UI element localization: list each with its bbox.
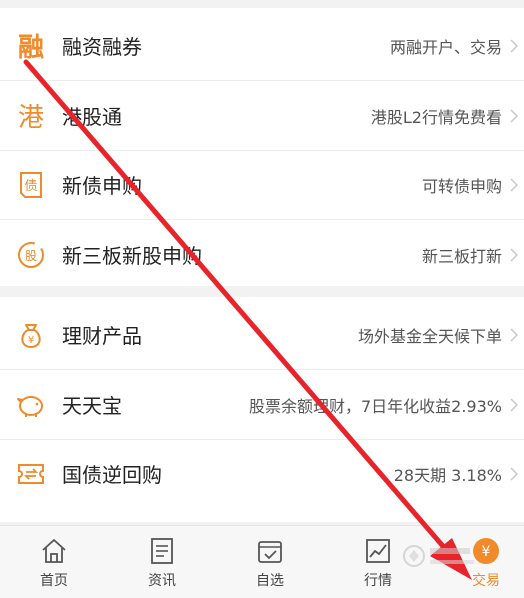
chevron-right-icon [510,247,518,262]
trade-yen-icon: ¥ [473,538,499,564]
tab-label: 交易 [472,573,500,589]
trade-services-group: 融 融资融券 两融开户、交易 港 港股通 港股L2行情免费看 债 新债申购 可转… [0,8,524,286]
menu-row-desc: 股票余额理财，7日年化收益2.93% [248,396,502,416]
wealth-services-group: ¥ 理财产品 场外基金全天候下单 天天宝 股票余额理财，7日年化收益2.93% [0,297,524,522]
market-chart-icon [366,539,390,563]
svg-text:股: 股 [25,249,37,263]
hk-connect-icon: 港 [17,103,44,133]
watchlist-icon [258,541,282,563]
menu-row-neeq-ipo[interactable]: 股 新三板新股申购 新三板打新 [0,220,524,289]
tab-label: 自选 [256,573,284,589]
stock-icon: 股 [14,238,48,272]
tab-trade[interactable]: ¥ 交易 [434,526,524,598]
repo-ticket-icon [14,457,48,491]
menu-row-title: 天天宝 [62,394,122,418]
bottom-tab-bar: 首页 资讯 自选 行情 ¥ 交易 [0,525,524,598]
menu-row-title: 新债申购 [62,174,142,198]
menu-row-desc: 28天期 3.18% [393,465,502,485]
chevron-right-icon [510,38,518,53]
tab-label: 资讯 [148,573,176,589]
chevron-right-icon [510,108,518,123]
menu-row-new-bond[interactable]: 债 新债申购 可转债申购 [0,150,524,219]
chevron-right-icon [510,327,518,342]
menu-row-desc: 新三板打新 [421,246,502,266]
svg-text:¥: ¥ [28,335,34,346]
menu-row-wealth-products[interactable]: ¥ 理财产品 场外基金全天候下单 [0,300,524,369]
tab-label: 首页 [40,573,68,589]
money-bag-icon: ¥ [14,318,48,352]
tab-label: 行情 [364,573,392,589]
margin-trading-icon: 融 [17,33,44,63]
menu-row-desc: 两融开户、交易 [389,37,502,57]
menu-row-title: 理财产品 [62,324,142,348]
chevron-right-icon [510,397,518,412]
svg-text:¥: ¥ [482,544,491,560]
tab-market[interactable]: 行情 [326,526,430,598]
menu-row-desc: 港股L2行情免费看 [370,107,502,127]
tab-home[interactable]: 首页 [2,526,106,598]
menu-row-title: 港股通 [62,105,122,129]
svg-text:债: 债 [24,179,37,194]
menu-row-tiantianbao[interactable]: 天天宝 股票余额理财，7日年化收益2.93% [0,370,524,439]
menu-row-title: 融资融券 [62,35,142,59]
menu-row-hk-connect[interactable]: 港 港股通 港股L2行情免费看 [0,81,524,150]
tab-watchlist[interactable]: 自选 [218,526,322,598]
menu-row-title: 国债逆回购 [62,463,162,487]
chevron-right-icon [510,466,518,481]
menu-row-desc: 可转债申购 [421,176,502,196]
menu-row-title: 新三板新股申购 [62,244,202,268]
piggy-bank-icon [14,388,48,422]
tab-news[interactable]: 资讯 [110,526,214,598]
menu-row-margin-trading[interactable]: 融 融资融券 两融开户、交易 [0,11,524,80]
news-icon [151,538,173,564]
bond-icon: 债 [14,168,48,202]
chevron-right-icon [510,177,518,192]
menu-row-desc: 场外基金全天候下单 [357,326,502,346]
menu-row-reverse-repo[interactable]: 国债逆回购 28天期 3.18% [0,439,524,508]
home-icon [42,539,66,563]
